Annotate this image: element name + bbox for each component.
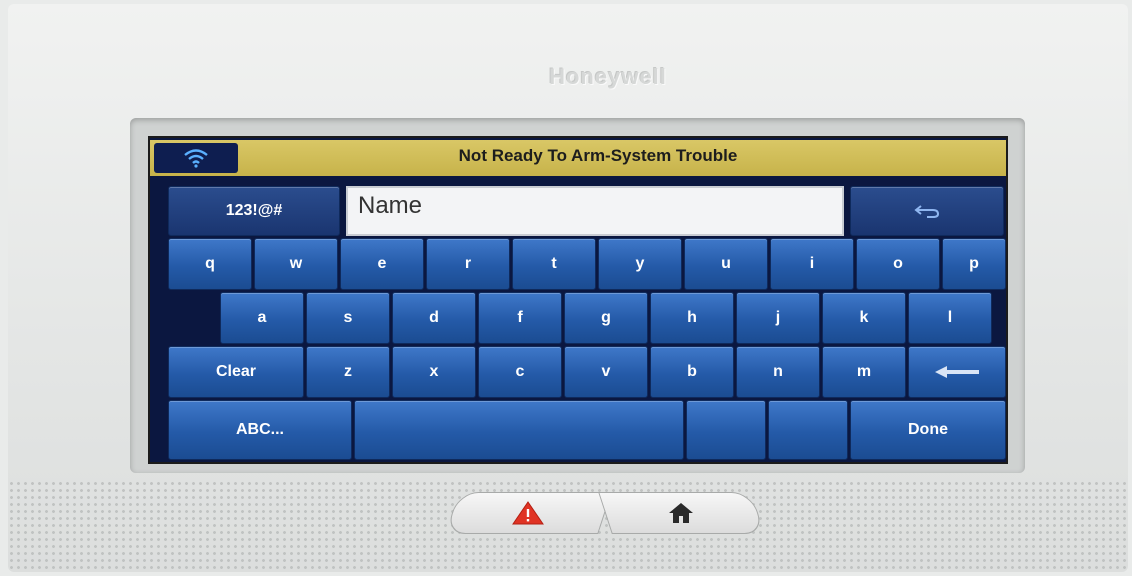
abc-key[interactable]: ABC... bbox=[168, 400, 352, 460]
name-input-value: Name bbox=[358, 192, 423, 219]
return-key[interactable] bbox=[850, 186, 1004, 236]
home-icon bbox=[668, 503, 693, 523]
key-i[interactable]: i bbox=[770, 238, 854, 290]
key-b[interactable]: b bbox=[650, 346, 734, 398]
wifi-indicator[interactable] bbox=[154, 143, 238, 173]
hardware-buttons bbox=[445, 492, 764, 534]
key-j[interactable]: j bbox=[736, 292, 820, 344]
key-d[interactable]: d bbox=[392, 292, 476, 344]
touch-screen: Not Ready To Arm-System Trouble 123!@# N… bbox=[148, 136, 1008, 464]
key-o[interactable]: o bbox=[856, 238, 940, 290]
blank-key-2[interactable] bbox=[768, 400, 848, 460]
key-y[interactable]: y bbox=[598, 238, 682, 290]
space-key[interactable] bbox=[354, 400, 684, 460]
key-e[interactable]: e bbox=[340, 238, 424, 290]
key-l[interactable]: l bbox=[908, 292, 992, 344]
key-a[interactable]: a bbox=[220, 292, 304, 344]
home-button[interactable] bbox=[597, 492, 764, 534]
wifi-icon bbox=[184, 149, 208, 168]
key-m[interactable]: m bbox=[822, 346, 906, 398]
key-w[interactable]: w bbox=[254, 238, 338, 290]
key-g[interactable]: g bbox=[564, 292, 648, 344]
key-h[interactable]: h bbox=[650, 292, 734, 344]
key-n[interactable]: n bbox=[736, 346, 820, 398]
key-u[interactable]: u bbox=[684, 238, 768, 290]
name-input[interactable]: Name bbox=[346, 186, 844, 236]
key-p[interactable]: p bbox=[942, 238, 1006, 290]
key-z[interactable]: z bbox=[306, 346, 390, 398]
key-q[interactable]: q bbox=[168, 238, 252, 290]
key-c[interactable]: c bbox=[478, 346, 562, 398]
key-s[interactable]: s bbox=[306, 292, 390, 344]
return-arrow-icon bbox=[914, 205, 940, 218]
brand-logo: Honeywell bbox=[549, 64, 667, 89]
key-t[interactable]: t bbox=[512, 238, 596, 290]
emergency-button[interactable] bbox=[445, 492, 612, 534]
key-r[interactable]: r bbox=[426, 238, 510, 290]
backspace-key[interactable] bbox=[908, 346, 1006, 398]
status-bar bbox=[150, 140, 1006, 176]
clear-key[interactable]: Clear bbox=[168, 346, 304, 398]
done-key[interactable]: Done bbox=[850, 400, 1006, 460]
key-k[interactable]: k bbox=[822, 292, 906, 344]
blank-key-1[interactable] bbox=[686, 400, 766, 460]
backspace-arrow-icon bbox=[935, 366, 979, 378]
symbols-key[interactable]: 123!@# bbox=[168, 186, 340, 236]
warning-triangle-icon bbox=[512, 501, 545, 525]
key-f[interactable]: f bbox=[478, 292, 562, 344]
key-x[interactable]: x bbox=[392, 346, 476, 398]
key-v[interactable]: v bbox=[564, 346, 648, 398]
